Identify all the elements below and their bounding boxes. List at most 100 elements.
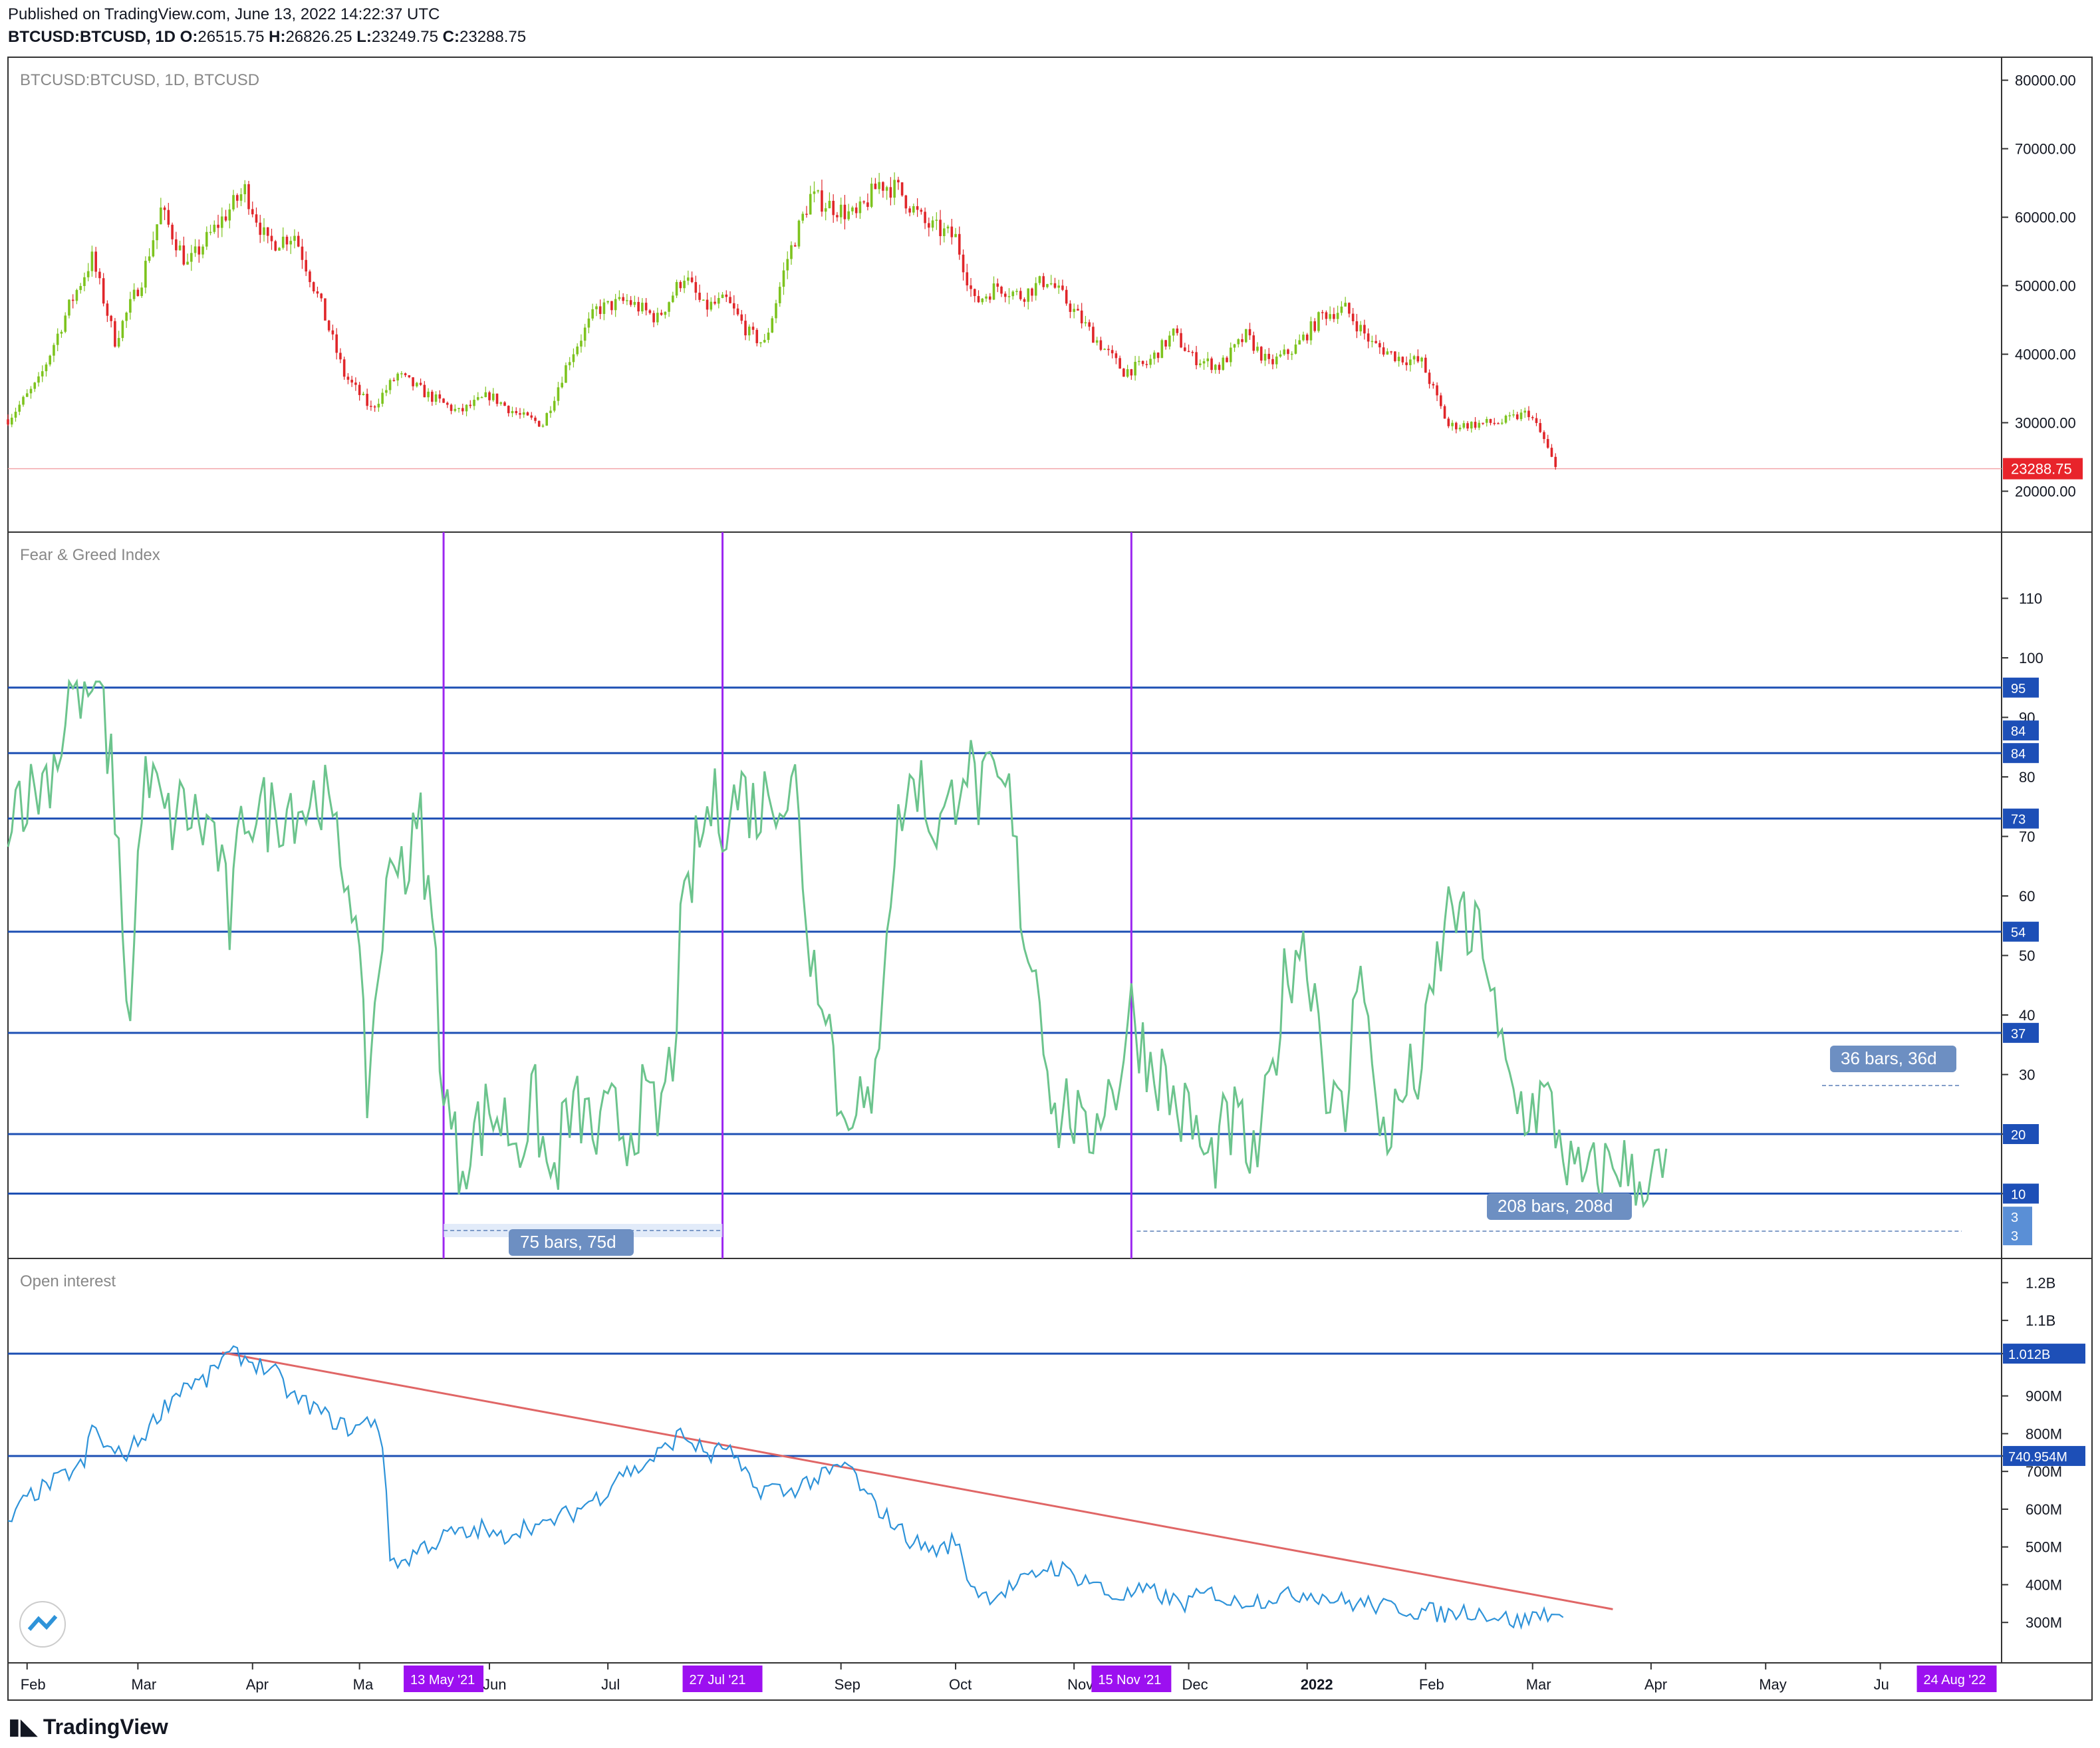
candle-body [943,228,946,236]
candle-body [821,190,823,212]
candle-body [679,281,682,289]
last-price-value: 23288.75 [2011,461,2072,478]
candle-body [1015,291,1018,292]
candle-body [1180,333,1182,348]
candle-body [446,402,449,405]
candle-body [1069,303,1072,312]
candle-body [75,290,78,301]
candle-body [545,413,549,426]
candle-body [1294,344,1297,354]
x-axis-label: Jul [601,1676,620,1693]
candle-body [626,300,628,301]
price-axis-label: 50000.00 [2015,278,2076,295]
candle-body [320,293,323,299]
tradingview-footer[interactable]: ▮◣ TradingView [8,1713,168,1740]
candle-body [1405,362,1408,365]
candle-body [706,299,709,310]
candle-body [1436,385,1438,396]
candle-body [1065,289,1068,304]
candle-body [163,207,166,210]
fg-axis-label: 40 [2019,1007,2035,1024]
candle-body [281,236,285,248]
candle-body [1172,328,1175,336]
candle-body [1191,352,1194,353]
oi-axis-label: 800M [2026,1425,2062,1442]
candle-body [377,404,380,408]
candle-body [1095,340,1099,343]
candle-body [1493,422,1496,424]
candle-body [797,220,801,247]
candle-body [530,415,533,418]
candle-body [893,180,896,198]
candle-body [1103,349,1106,351]
x-axis-label: Apr [1644,1676,1667,1693]
candle-body [1325,312,1328,319]
candle-body [408,375,411,378]
price-axis-label: 70000.00 [2015,141,2076,158]
candle-body [1482,422,1484,424]
candle-body [301,246,304,260]
candle-body [763,340,766,343]
candle-body [416,382,418,386]
candle-body [908,208,911,213]
candle-body [469,404,472,406]
date-tag-label: 24 Aug '22 [1924,1673,1986,1687]
candle-body [1233,344,1236,348]
candle-body [1084,322,1087,324]
candle-body [1149,359,1152,365]
candle-body [1470,422,1473,429]
candle-body [954,233,957,237]
fg-level-value: 95 [2011,682,2026,696]
candle-body [637,301,640,312]
candle-body [824,208,827,212]
candle-body [832,200,835,216]
candle-body [602,302,606,315]
candle-body [392,380,396,381]
fg-axis-label: 100 [2019,650,2043,666]
candle-body [186,261,189,265]
candle-body [270,235,273,241]
candle-body [970,285,972,289]
candle-body [1080,310,1083,324]
candle-body [503,402,506,406]
candle-body [668,302,670,312]
chart-area[interactable]: BTCUSD:BTCUSD, 1D, BTCUSD 80000.00 70000.0… [0,0,2100,1748]
candle-body [431,391,434,402]
candle-body [1317,312,1320,331]
candle-body [598,306,602,315]
candle-body [171,224,174,239]
candle-body [450,404,453,411]
candle-body [660,313,663,315]
candle-body [1241,339,1244,343]
candle-body [1218,364,1221,370]
candle-body [10,417,13,425]
candle-body [114,321,116,347]
candle-body [1122,368,1125,377]
candle-body [1489,418,1492,423]
candle-body [690,277,694,283]
candle-body [1156,353,1160,359]
candle-body [1138,361,1140,363]
candle-body [255,214,258,223]
candle-body [1287,349,1289,355]
candle-body [851,207,854,212]
x-axis-label: Sep [835,1676,860,1693]
candle-body [289,241,293,245]
candle-body [1259,347,1263,361]
candle-body [1424,357,1427,373]
price-axis-label: 80000.00 [2015,73,2076,89]
candle-body [1141,361,1144,364]
fg-axis-label: 60 [2019,888,2035,905]
candle-body [90,251,94,271]
oi-axis-label: 400M [2026,1576,2062,1593]
candle-body [144,261,147,288]
fg-axis-label: 50 [2019,948,2035,964]
candle-body [1263,353,1267,361]
candle-body [747,327,751,336]
candle-body [1333,314,1335,319]
candle-body [358,384,361,395]
candle-body [1229,347,1232,363]
candle-body [309,271,311,283]
candle-body [1351,313,1355,321]
candle-body [354,382,357,385]
